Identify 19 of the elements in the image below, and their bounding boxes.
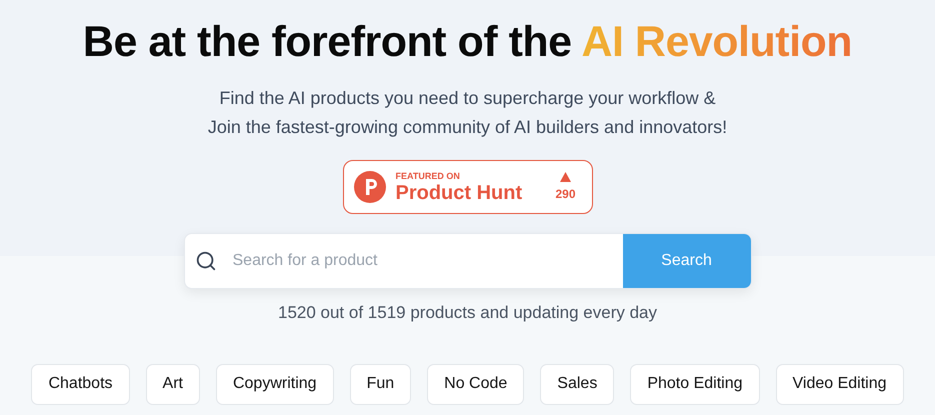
product-hunt-badge[interactable]: FEATURED ON Product Hunt 290 — [342, 160, 592, 214]
letter-circle-icon — [354, 171, 386, 203]
search-icon — [194, 250, 216, 272]
category-chip[interactable]: Video Editing — [776, 364, 904, 404]
badge-kicker: FEATURED ON — [396, 172, 461, 180]
subtitle-line: Join the fastest-growing community of AI builders and innovators! — [208, 116, 728, 139]
headline: Be at the forefront of the AI Revolution — [82, 17, 852, 68]
category-chip[interactable]: Fun — [350, 364, 412, 404]
category-chip[interactable]: Art — [146, 364, 200, 404]
product-count: 1520 out of 1519 products and updating every day — [276, 302, 658, 324]
category-chip[interactable]: No Code — [427, 364, 524, 404]
category-chip[interactable]: Chatbots — [31, 364, 130, 404]
subtitle-line: Find the AI products you need to supercharge your workflow & — [219, 87, 716, 110]
category-chip[interactable]: Photo Editing — [630, 364, 760, 404]
upvote-icon — [560, 172, 571, 182]
vote-count: 290 — [555, 186, 576, 202]
category-chip[interactable]: Copywriting — [216, 364, 334, 404]
category-chip[interactable]: Sales — [540, 364, 614, 404]
badge-title: Product Hunt — [396, 182, 522, 202]
